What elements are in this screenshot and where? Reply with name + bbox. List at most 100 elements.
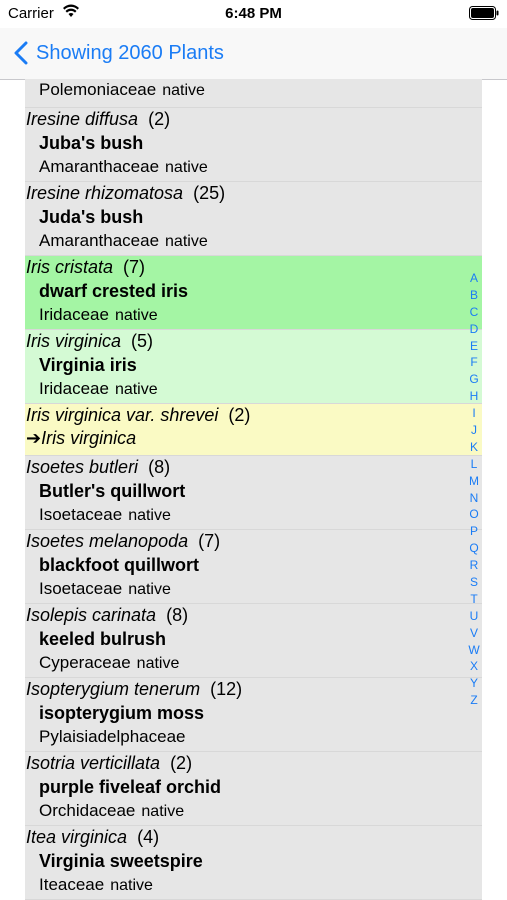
record-count: (7)	[123, 257, 146, 277]
family-name: Isoetaceae	[39, 579, 123, 598]
scientific-name: Isotria verticillata	[26, 753, 161, 773]
list-item[interactable]: Isopterygium tenerum (12) isopterygium m…	[25, 678, 482, 752]
family-name: Amaranthaceae	[39, 231, 160, 250]
family-line: Amaranthaceae native	[39, 231, 208, 251]
index-letter-t[interactable]: T	[470, 591, 477, 608]
scientific-name-line: Iris virginica var. shrevei (2)	[26, 405, 250, 426]
family-line: Iridaceae native	[39, 305, 158, 325]
family-name: Isoetaceae	[39, 505, 123, 524]
native-status: native	[114, 307, 158, 324]
back-button[interactable]: Showing 2060 Plants	[14, 39, 224, 67]
record-count: (2)	[148, 109, 171, 129]
scientific-name-line: Iris cristata (7)	[26, 257, 145, 278]
list-item-synonym[interactable]: Iris virginica var. shrevei (2) ➔Iris vi…	[25, 404, 482, 456]
status-bar: Carrier 6:48 PM	[0, 0, 507, 28]
family-name: Iteaceae	[39, 875, 105, 894]
index-letter-c[interactable]: C	[470, 304, 479, 321]
index-letter-v[interactable]: V	[470, 625, 478, 642]
chevron-left-icon	[14, 41, 28, 65]
list-item[interactable]: Isoetes butleri (8) Butler's quillwort I…	[25, 456, 482, 530]
index-letter-m[interactable]: M	[469, 473, 479, 490]
synonym-target-line: ➔Iris virginica	[26, 428, 136, 449]
list-item[interactable]: Itea virginica (4) Virginia sweetspire I…	[25, 826, 482, 900]
native-status: native	[110, 877, 153, 894]
family-name: Cyperaceae	[39, 653, 131, 672]
native-status: native	[128, 581, 171, 598]
scientific-name: Iresine diffusa	[26, 109, 139, 129]
native-status: native	[141, 803, 185, 820]
index-letter-n[interactable]: N	[470, 490, 479, 507]
record-count: (12)	[210, 679, 243, 699]
list-item[interactable]: Iresine diffusa (2) Juba's bush Amaranth…	[25, 108, 482, 182]
family-name: Pylaisiadelphaceae	[39, 727, 186, 746]
back-button-label: Showing 2060 Plants	[36, 41, 224, 64]
scientific-name: Iresine rhizomatosa	[26, 183, 184, 203]
index-letter-e[interactable]: E	[470, 338, 478, 355]
native-status: native	[136, 655, 180, 672]
index-letter-k[interactable]: K	[470, 439, 478, 456]
index-letter-s[interactable]: S	[470, 574, 478, 591]
record-count: (8)	[166, 605, 189, 625]
index-letter-q[interactable]: Q	[469, 540, 478, 557]
list-item[interactable]: Isoetes melanopoda (7) blackfoot quillwo…	[25, 530, 482, 604]
plant-list[interactable]: Polemoniaceae native Iresine diffusa (2) …	[25, 79, 482, 900]
index-letter-g[interactable]: G	[469, 371, 478, 388]
index-letter-l[interactable]: L	[471, 456, 478, 473]
scientific-name-line: Isoetes butleri (8)	[26, 457, 170, 478]
list-item[interactable]: Isotria verticillata (2) purple fiveleaf…	[25, 752, 482, 826]
index-letter-f[interactable]: F	[470, 354, 477, 371]
index-letter-z[interactable]: Z	[470, 692, 477, 709]
common-name: dwarf crested iris	[39, 281, 189, 301]
family-name: Iridaceae	[39, 379, 109, 398]
scientific-name-line: Iresine rhizomatosa (25)	[26, 183, 225, 204]
alphabet-index[interactable]: A B C D E F G H I J K L M N O P Q R S T …	[465, 270, 483, 709]
index-letter-b[interactable]: B	[470, 287, 478, 304]
family-name: Iridaceae	[39, 305, 109, 324]
scientific-name: Iris virginica	[26, 331, 122, 351]
record-count: (25)	[193, 183, 226, 203]
index-letter-o[interactable]: O	[469, 506, 478, 523]
list-item[interactable]: Iris virginica (5) Virginia iris Iridace…	[25, 330, 482, 404]
common-name: keeled bulrush	[39, 629, 167, 649]
family-line: Iridaceae native	[39, 379, 158, 399]
scientific-name: Isoetes melanopoda	[26, 531, 189, 551]
native-status: native	[128, 507, 171, 524]
native-status: native	[165, 159, 208, 176]
index-letter-j[interactable]: J	[471, 422, 477, 439]
family-line: Amaranthaceae native	[39, 157, 208, 177]
index-letter-x[interactable]: X	[470, 658, 478, 675]
index-letter-i[interactable]: I	[472, 405, 475, 422]
record-count: (8)	[148, 457, 171, 477]
scientific-name: Itea virginica	[26, 827, 128, 847]
common-name: blackfoot quillwort	[39, 555, 199, 575]
list-item[interactable]: Polemoniaceae native	[25, 79, 482, 108]
family-line: Isoetaceae native	[39, 579, 171, 599]
scientific-name: Isoetes butleri	[26, 457, 139, 477]
scientific-name-line: Iris virginica (5)	[26, 331, 153, 352]
native-status: native	[114, 381, 158, 398]
family-line: Cyperaceae native	[39, 653, 179, 673]
index-letter-d[interactable]: D	[470, 321, 479, 338]
index-letter-y[interactable]: Y	[470, 675, 478, 692]
record-count: (5)	[131, 331, 154, 351]
family-name: Orchidaceae	[39, 801, 136, 820]
scientific-name: Iris virginica var. shrevei	[26, 405, 219, 425]
scientific-name-line: Isotria verticillata (2)	[26, 753, 192, 774]
index-letter-p[interactable]: P	[470, 523, 478, 540]
list-item[interactable]: Iris cristata (7) dwarf crested iris Iri…	[25, 256, 482, 330]
scientific-name: Isopterygium tenerum	[26, 679, 201, 699]
index-letter-h[interactable]: H	[470, 388, 479, 405]
list-item[interactable]: Iresine rhizomatosa (25) Juda's bush Ama…	[25, 182, 482, 256]
family-line: Iteaceae native	[39, 875, 153, 895]
arrow-right-icon: ➔	[26, 428, 42, 448]
list-item[interactable]: Isolepis carinata (8) keeled bulrush Cyp…	[25, 604, 482, 678]
index-letter-a[interactable]: A	[470, 270, 478, 287]
index-letter-u[interactable]: U	[470, 608, 479, 625]
record-count: (4)	[137, 827, 160, 847]
family-line: Pylaisiadelphaceae	[39, 727, 192, 747]
index-letter-r[interactable]: R	[470, 557, 479, 574]
index-letter-w[interactable]: W	[468, 642, 479, 659]
native-status: native	[165, 233, 208, 250]
common-name: Virginia iris	[39, 355, 137, 375]
native-status: native	[162, 82, 205, 99]
